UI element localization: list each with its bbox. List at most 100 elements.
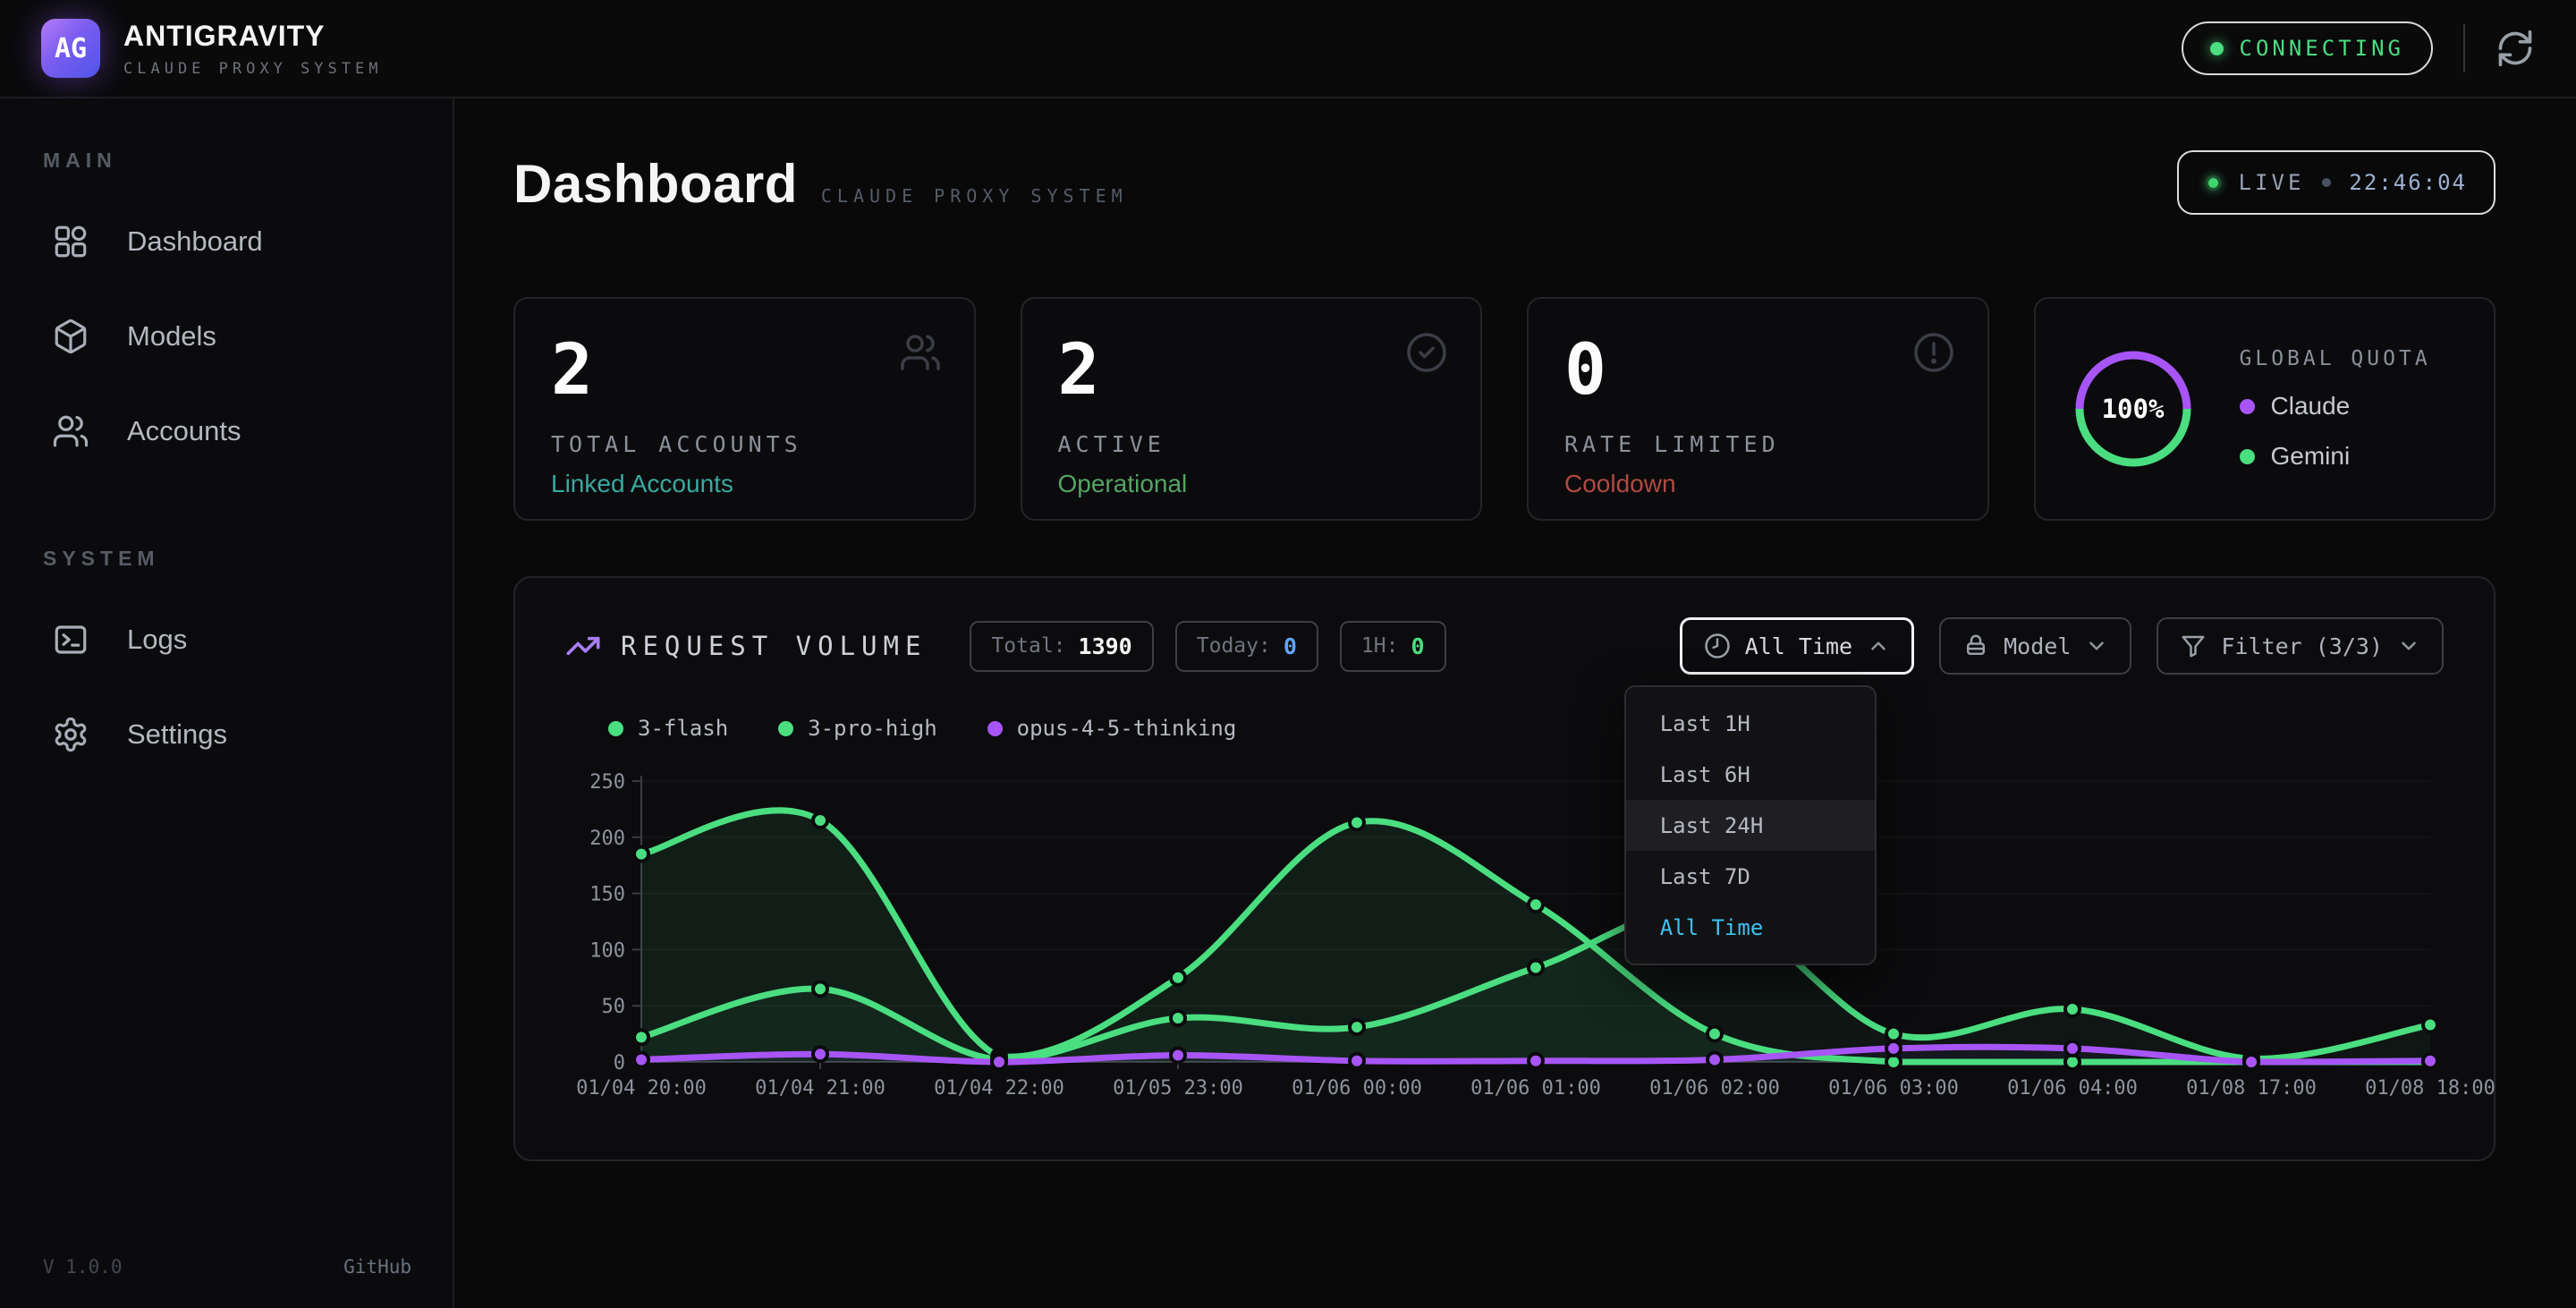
- gear-icon: [52, 716, 89, 753]
- sidebar-item-label: Models: [127, 320, 216, 352]
- terminal-icon: [52, 621, 89, 658]
- sidebar-item-label: Settings: [127, 718, 227, 751]
- stat-value: 2: [1058, 335, 1445, 408]
- filter-button[interactable]: Filter (3/3): [2157, 617, 2444, 675]
- sidebar-section-system: SYSTEM: [43, 547, 415, 571]
- series-dot-icon: [987, 721, 1003, 736]
- main-content: Dashboard CLAUDE PROXY SYSTEM LIVE 22:46…: [454, 98, 2576, 1308]
- users-icon: [899, 331, 942, 374]
- divider: [2463, 24, 2465, 72]
- stat-sublabel: Cooldown: [1564, 470, 1952, 498]
- sidebar-item-accounts[interactable]: Accounts: [43, 396, 415, 466]
- sidebar-item-models[interactable]: Models: [43, 302, 415, 371]
- cube-icon: [52, 318, 89, 355]
- live-clock: 22:46:04: [2349, 170, 2467, 195]
- chart-legend: 3-flash 3-pro-high opus-4-5-thinking: [565, 716, 2444, 741]
- badge-label: Today:: [1197, 634, 1271, 658]
- page-subtitle: CLAUDE PROXY SYSTEM: [821, 185, 1128, 207]
- stat-card-rate-limited: 0 RATE LIMITED Cooldown: [1527, 297, 1989, 521]
- provider-name: Claude: [2271, 392, 2351, 420]
- dot-separator-icon: [2322, 178, 2331, 187]
- trending-up-icon: [565, 628, 601, 664]
- total-requests-badge: Total: 1390: [970, 621, 1153, 672]
- request-volume-chart: 05010015020025001/04 20:0001/04 21:0001/…: [565, 764, 2444, 1125]
- sidebar-item-logs[interactable]: Logs: [43, 605, 415, 675]
- menu-item-all-time[interactable]: All Time: [1626, 902, 1875, 953]
- legend-item: 3-pro-high: [778, 716, 937, 741]
- time-range-dropdown: Last 1H Last 6H Last 24H Last 7D All Tim…: [1624, 685, 1877, 965]
- time-range-button[interactable]: All Time: [1680, 617, 1914, 675]
- filter-button-label: Filter (3/3): [2221, 633, 2383, 659]
- quota-ring-gauge: 100%: [2066, 342, 2200, 476]
- app-subtitle: CLAUDE PROXY SYSTEM: [123, 60, 382, 78]
- quota-percent: 100%: [2066, 342, 2200, 476]
- users-icon: [52, 412, 89, 450]
- svg-text:0: 0: [614, 1052, 625, 1074]
- brand: AG ANTIGRAVITY CLAUDE PROXY SYSTEM: [41, 19, 382, 78]
- svg-text:01/04 20:00: 01/04 20:00: [576, 1077, 707, 1100]
- svg-text:01/06 04:00: 01/06 04:00: [2007, 1077, 2138, 1100]
- sidebar-item-label: Logs: [127, 624, 187, 656]
- chevron-down-icon: [2397, 634, 2420, 658]
- global-quota-card: 100% GLOBAL QUOTA Claude Gemini: [2034, 297, 2496, 521]
- svg-text:01/06 02:00: 01/06 02:00: [1649, 1077, 1780, 1100]
- live-dot-icon: [2206, 175, 2221, 191]
- sidebar-section-main: MAIN: [43, 149, 415, 173]
- stat-sublabel: Linked Accounts: [551, 470, 938, 498]
- quota-provider-gemini: Gemini: [2240, 442, 2431, 471]
- claude-dot-icon: [2240, 399, 2255, 414]
- series-name: opus-4-5-thinking: [1017, 716, 1237, 741]
- series-dot-icon: [608, 721, 623, 736]
- svg-text:150: 150: [589, 884, 625, 906]
- funnel-icon: [2180, 633, 2207, 659]
- top-bar: AG ANTIGRAVITY CLAUDE PROXY SYSTEM CONNE…: [0, 0, 2576, 98]
- stat-card-total-accounts: 2 TOTAL ACCOUNTS Linked Accounts: [513, 297, 976, 521]
- svg-text:01/06 00:00: 01/06 00:00: [1292, 1077, 1422, 1100]
- model-filter-button[interactable]: Model: [1939, 617, 2131, 675]
- stat-sublabel: Operational: [1058, 470, 1445, 498]
- svg-text:01/06 01:00: 01/06 01:00: [1470, 1077, 1601, 1100]
- stat-card-active: 2 ACTIVE Operational: [1021, 297, 1483, 521]
- stat-value: 2: [551, 335, 938, 408]
- today-requests-badge: Today: 0: [1175, 621, 1318, 672]
- grid-icon: [52, 223, 89, 260]
- provider-name: Gemini: [2271, 442, 2351, 471]
- badge-label: Total:: [991, 634, 1065, 658]
- svg-text:01/04 21:00: 01/04 21:00: [755, 1077, 886, 1100]
- legend-item: opus-4-5-thinking: [987, 716, 1237, 741]
- badge-value: 0: [1284, 633, 1297, 659]
- series-name: 3-pro-high: [808, 716, 937, 741]
- chevron-down-icon: [2085, 634, 2108, 658]
- live-label: LIVE: [2239, 170, 2305, 195]
- github-link[interactable]: GitHub: [343, 1256, 411, 1278]
- stat-label: ACTIVE: [1058, 431, 1445, 457]
- connection-status-badge: CONNECTING: [2182, 21, 2434, 75]
- panel-title: REQUEST VOLUME: [621, 631, 927, 661]
- menu-item-last-1h[interactable]: Last 1H: [1626, 698, 1875, 749]
- request-volume-panel: REQUEST VOLUME Total: 1390 Today: 0 1H: …: [513, 576, 2496, 1161]
- status-dot-icon: [2210, 42, 2224, 55]
- menu-item-last-6h[interactable]: Last 6H: [1626, 749, 1875, 800]
- sidebar-item-settings[interactable]: Settings: [43, 700, 415, 769]
- sidebar-item-dashboard[interactable]: Dashboard: [43, 207, 415, 276]
- sidebar-item-label: Dashboard: [127, 225, 263, 258]
- version-label: V 1.0.0: [43, 1256, 123, 1278]
- quota-provider-claude: Claude: [2240, 392, 2431, 420]
- svg-text:50: 50: [602, 996, 626, 1018]
- menu-item-last-24h[interactable]: Last 24H: [1626, 800, 1875, 851]
- stat-value: 0: [1564, 335, 1952, 408]
- refresh-icon[interactable]: [2496, 29, 2535, 68]
- svg-text:01/08 18:00: 01/08 18:00: [2365, 1077, 2496, 1100]
- stat-label: RATE LIMITED: [1564, 431, 1952, 457]
- series-name: 3-flash: [638, 716, 728, 741]
- page-title: Dashboard: [513, 153, 798, 215]
- status-label: CONNECTING: [2240, 36, 2405, 61]
- badge-value: 0: [1411, 633, 1424, 659]
- svg-text:01/05 23:00: 01/05 23:00: [1113, 1077, 1243, 1100]
- live-status-badge: LIVE 22:46:04: [2177, 150, 2496, 215]
- chevron-up-icon: [1867, 634, 1890, 658]
- menu-item-last-7d[interactable]: Last 7D: [1626, 851, 1875, 902]
- badge-value: 1390: [1079, 633, 1132, 659]
- svg-text:200: 200: [589, 828, 625, 850]
- stat-label: TOTAL ACCOUNTS: [551, 431, 938, 457]
